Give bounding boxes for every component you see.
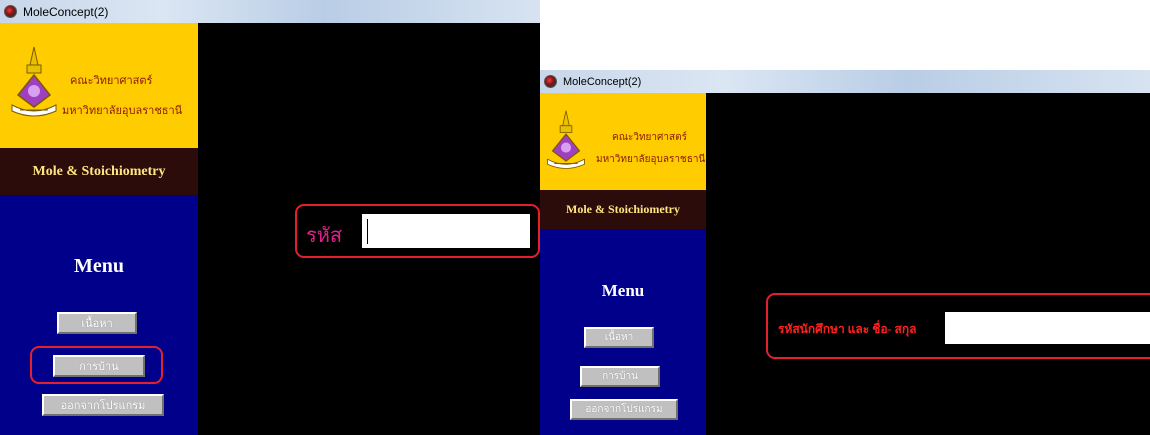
menu-title: Menu <box>74 255 124 277</box>
university-name: มหาวิทยาลัยอุบลราชธานี <box>62 105 183 117</box>
app-icon <box>4 5 17 18</box>
sidebar: คณะวิทยาศาสตร์ มหาวิทยาลัยอุบลราชธานี Mo… <box>540 93 706 435</box>
homework-highlight <box>30 346 163 384</box>
faculty-name: คณะวิทยาศาสตร์ <box>612 132 687 143</box>
window-left: MoleConcept(2) คณะวิทยาศาสตร์ มหาวิทยาลั… <box>0 0 540 435</box>
faculty-name: คณะวิทยาศาสตร์ <box>70 75 153 87</box>
menu-panel: Menu เนื้อหา การบ้าน ออกจากโปรแกรม <box>540 229 706 435</box>
university-name: มหาวิทยาลัยอุบลราชธานี <box>596 154 706 165</box>
course-title: Mole & Stoichiometry <box>540 190 706 229</box>
text-caret <box>367 219 368 244</box>
homework-button[interactable]: การบ้าน <box>580 366 660 387</box>
window-title: MoleConcept(2) <box>563 75 642 88</box>
sidebar: คณะวิทยาศาสตร์ มหาวิทยาลัยอุบลราชธานี Mo… <box>0 23 198 435</box>
menu-title: Menu <box>601 281 645 300</box>
university-emblem-icon <box>11 46 57 117</box>
window-title: MoleConcept(2) <box>23 4 109 19</box>
university-emblem-icon <box>547 110 585 169</box>
content-button[interactable]: เนื้อหา <box>57 312 137 334</box>
logo-panel: คณะวิทยาศาสตร์ มหาวิทยาลัยอุบลราชธานี <box>0 23 198 148</box>
window-right: MoleConcept(2) คณะวิทยาศาสตร์ มหาวิทยาลั… <box>540 70 1150 435</box>
content-button[interactable]: เนื้อหา <box>584 327 654 348</box>
app-icon <box>544 75 557 88</box>
id-label: รหัส <box>306 225 343 247</box>
id-input[interactable] <box>362 214 530 248</box>
course-title: Mole & Stoichiometry <box>0 148 198 195</box>
menu-panel: Menu เนื้อหา การบ้าน ออกจากโปรแกรม <box>0 195 198 435</box>
logo-panel: คณะวิทยาศาสตร์ มหาวิทยาลัยอุบลราชธานี <box>540 93 706 190</box>
title-bar[interactable]: MoleConcept(2) <box>540 70 1150 93</box>
student-id-name-input[interactable] <box>945 312 1150 344</box>
student-id-name-label: รหัสนักศึกษา และ ชื่อ- สกุล <box>778 322 917 336</box>
exit-program-button[interactable]: ออกจากโปรแกรม <box>570 399 678 420</box>
exit-program-button[interactable]: ออกจากโปรแกรม <box>42 394 164 416</box>
title-bar[interactable]: MoleConcept(2) <box>0 0 540 23</box>
